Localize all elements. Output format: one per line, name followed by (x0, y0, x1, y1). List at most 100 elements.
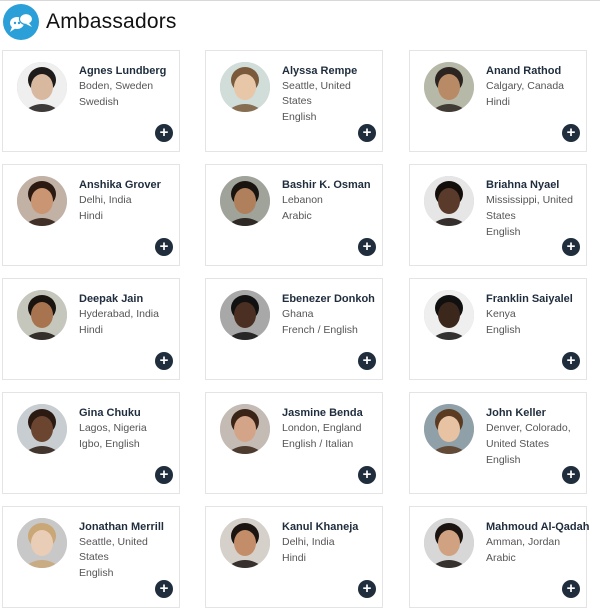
ambassador-detail: States (486, 210, 516, 222)
ambassador-card[interactable]: Franklin Saiyalel Kenya English + (409, 278, 587, 380)
ambassador-info: Mahmoud Al-Qadah Amman, Jordan Arabic (486, 520, 589, 566)
ambassador-card[interactable]: Kanul Khaneja Delhi, India Hindi + (205, 506, 383, 608)
ambassador-name[interactable]: Anand Rathod (486, 64, 586, 78)
ambassador-detail: Mississippi, United (486, 194, 573, 206)
add-icon[interactable]: + (358, 352, 376, 370)
add-icon[interactable]: + (155, 466, 173, 484)
ambassador-detail: Calgary, Canada (486, 80, 565, 92)
add-icon[interactable]: + (562, 352, 580, 370)
ambassador-info: Bashir K. Osman Lebanon Arabic (282, 178, 382, 224)
add-icon[interactable]: + (155, 238, 173, 256)
ambassador-name[interactable]: Bashir K. Osman (282, 178, 382, 192)
ambassador-detail: Arabic (486, 552, 516, 564)
avatar (17, 518, 67, 568)
add-icon[interactable]: + (358, 124, 376, 142)
ambassador-info: Kanul Khaneja Delhi, India Hindi (282, 520, 382, 566)
ambassador-card[interactable]: Jasmine Benda London, England English / It… (205, 392, 383, 494)
avatar (220, 290, 270, 340)
avatar (17, 176, 67, 226)
ambassador-name[interactable]: Jasmine Benda (282, 406, 382, 420)
ambassador-detail: English (486, 324, 521, 336)
ambassador-card[interactable]: Agnes Lundberg Boden, Sweden Swedish + (2, 50, 180, 152)
ambassador-name[interactable]: Briahna Nyael (486, 178, 586, 192)
ambassador-detail: English (282, 111, 317, 123)
avatar (424, 176, 474, 226)
add-icon[interactable]: + (155, 124, 173, 142)
ambassador-info: Ebenezer Donkoh Ghana French / English (282, 292, 382, 338)
avatar (424, 404, 474, 454)
ambassador-detail: English (79, 567, 114, 579)
ambassador-detail: Denver, Colorado, (486, 422, 571, 434)
avatar (17, 62, 67, 112)
ambassador-name[interactable]: Jonathan Merrill (79, 520, 179, 534)
ambassador-detail: Boden, Sweden (79, 80, 154, 92)
ambassador-info: John Keller Denver, Colorado, United State… (486, 406, 586, 468)
ambassador-name[interactable]: Agnes Lundberg (79, 64, 179, 78)
ambassador-detail: Lagos, Nigeria (79, 422, 147, 434)
avatar (220, 518, 270, 568)
ambassador-card[interactable]: Mahmoud Al-Qadah Amman, Jordan Arabic + (409, 506, 589, 608)
ambassador-info: Briahna Nyael Mississippi, United States En… (486, 178, 586, 240)
ambassador-detail: Hindi (79, 210, 103, 222)
add-icon[interactable]: + (358, 580, 376, 598)
ambassador-name[interactable]: Kanul Khaneja (282, 520, 382, 534)
ambassador-card[interactable]: Jonathan Merrill Seattle, United States En… (2, 506, 180, 608)
add-icon[interactable]: + (562, 124, 580, 142)
add-icon[interactable]: + (155, 352, 173, 370)
ambassador-info: Jasmine Benda London, England English / It… (282, 406, 382, 452)
ambassador-detail: Seattle, United States (282, 80, 351, 107)
ambassador-info: Franklin Saiyalel Kenya English (486, 292, 586, 338)
avatar (17, 290, 67, 340)
ambassador-card[interactable]: Deepak Jain Hyderabad, India Hindi + (2, 278, 180, 380)
add-icon[interactable]: + (358, 238, 376, 256)
ambassador-info: Anshika Grover Delhi, India Hindi (79, 178, 179, 224)
ambassador-detail: Delhi, India (282, 536, 335, 548)
ambassador-name[interactable]: Ebenezer Donkoh (282, 292, 382, 306)
ambassador-name[interactable]: Mahmoud Al-Qadah (486, 520, 589, 534)
avatar (220, 62, 270, 112)
ambassador-detail: Kenya (486, 308, 516, 320)
ambassador-card[interactable]: Anshika Grover Delhi, India Hindi + (2, 164, 180, 266)
avatar (220, 176, 270, 226)
ambassador-card[interactable]: Bashir K. Osman Lebanon Arabic + (205, 164, 383, 266)
ambassador-card[interactable]: Anand Rathod Calgary, Canada Hindi + (409, 50, 587, 152)
ambassador-name[interactable]: Franklin Saiyalel (486, 292, 586, 306)
ambassador-detail: Lebanon (282, 194, 323, 206)
add-icon[interactable]: + (562, 466, 580, 484)
ambassador-detail: United States (486, 438, 550, 450)
add-icon[interactable]: + (562, 580, 580, 598)
ambassador-name[interactable]: Alyssa Rempe (282, 64, 382, 78)
ambassador-info: Deepak Jain Hyderabad, India Hindi (79, 292, 179, 338)
ambassador-info: Agnes Lundberg Boden, Sweden Swedish (79, 64, 179, 110)
ambassador-detail: Hyderabad, India (79, 308, 159, 320)
ambassador-detail: London, England (282, 422, 362, 434)
add-icon[interactable]: + (155, 580, 173, 598)
ambassador-name[interactable]: Deepak Jain (79, 292, 179, 306)
ambassador-info: Gina Chuku Lagos, Nigeria Igbo, English (79, 406, 179, 452)
ambassador-detail: Amman, Jordan (486, 536, 561, 548)
ambassador-card[interactable]: Gina Chuku Lagos, Nigeria Igbo, English + (2, 392, 180, 494)
ambassador-detail: Swedish (79, 96, 119, 108)
ambassador-card[interactable]: Alyssa Rempe Seattle, United States Englis… (205, 50, 383, 152)
avatar (17, 404, 67, 454)
ambassador-detail: Hindi (486, 96, 510, 108)
ambassador-detail: French / English (282, 324, 358, 336)
add-icon[interactable]: + (562, 238, 580, 256)
ambassador-name[interactable]: Gina Chuku (79, 406, 179, 420)
ambassador-card[interactable]: Briahna Nyael Mississippi, United States En… (409, 164, 587, 266)
ambassador-detail: English / Italian (282, 438, 354, 450)
avatar (424, 518, 474, 568)
ambassador-detail: Ghana (282, 308, 314, 320)
ambassador-detail: Arabic (282, 210, 312, 222)
avatar (220, 404, 270, 454)
ambassador-card[interactable]: Ebenezer Donkoh Ghana French / English + (205, 278, 383, 380)
ambassador-info: Anand Rathod Calgary, Canada Hindi (486, 64, 586, 110)
ambassador-detail: Delhi, India (79, 194, 132, 206)
avatar (424, 290, 474, 340)
add-icon[interactable]: + (358, 466, 376, 484)
ambassador-name[interactable]: John Keller (486, 406, 586, 420)
ambassador-grid: Agnes Lundberg Boden, Sweden Swedish + Alyss… (0, 0, 600, 608)
ambassador-info: Alyssa Rempe Seattle, United States Englis… (282, 64, 382, 125)
ambassador-name[interactable]: Anshika Grover (79, 178, 179, 192)
ambassador-card[interactable]: John Keller Denver, Colorado, United State… (409, 392, 587, 494)
